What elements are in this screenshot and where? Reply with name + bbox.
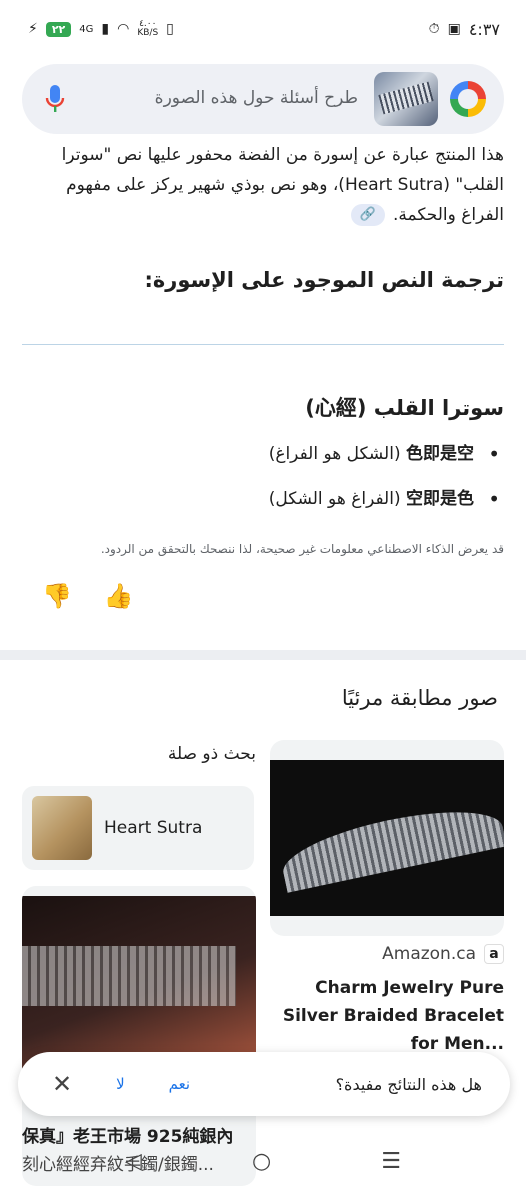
- back-icon[interactable]: ◁: [125, 1149, 142, 1174]
- network-speed: ٤.٠٠ KB/S: [137, 20, 158, 38]
- result-image[interactable]: [270, 760, 504, 916]
- feedback-question: هل هذه النتائج مفيدة؟: [335, 1074, 482, 1094]
- divider: [22, 344, 504, 345]
- bullet-bold: 空即是色: [406, 489, 474, 509]
- feedback-yes-button[interactable]: نعم: [169, 1075, 190, 1093]
- status-time: ٤:٣٧: [468, 19, 500, 39]
- result-title[interactable]: Charm Jewelry Pure Silver Braided Bracel…: [270, 974, 504, 1058]
- screen-icon: ▣: [447, 21, 461, 37]
- ai-disclaimer: قد يعرض الذكاء الاصطناعي معلومات غير صحي…: [100, 542, 504, 556]
- related-search-title: بحث ذو صلة: [167, 744, 256, 764]
- answer-heading: ترجمة النص الموجود على الإسورة:: [144, 268, 504, 292]
- feedback-actions: نعم لا ✕: [52, 1070, 190, 1098]
- vibrate-icon: ▯: [166, 21, 174, 37]
- status-bar: ⚡ ٢٢ 4G ▮ ◠ ٤.٠٠ KB/S ▯ ⏱ ▣ ٤:٣٧: [0, 0, 526, 58]
- bullet-text: (الفراغ هو الشكل): [268, 489, 401, 509]
- answer-text: هذا المنتج عبارة عن إسورة من الفضة محفور…: [22, 140, 504, 230]
- close-icon[interactable]: ✕: [52, 1070, 72, 1098]
- link-icon[interactable]: 🔗: [351, 204, 386, 226]
- thumbs-down-icon[interactable]: 👎: [42, 582, 72, 610]
- bullet-text: (الشكل هو الفراغ): [268, 444, 401, 464]
- amazon-logo-icon: a: [484, 944, 504, 964]
- wifi-icon: ◠: [117, 21, 130, 37]
- result-card-amazon[interactable]: [270, 740, 504, 936]
- network-speed-unit: KB/S: [137, 28, 159, 38]
- search-bar[interactable]: طرح أسئلة حول هذه الصورة: [22, 64, 504, 134]
- bullet-item: 空即是色 (الفراغ هو الشكل): [22, 485, 504, 513]
- charging-icon: ⚡: [28, 21, 38, 37]
- source-name: Amazon.ca: [382, 944, 476, 964]
- answer-bullets: 色即是空 (الشكل هو الفراغ) 空即是色 (الفراغ هو ا…: [22, 440, 504, 530]
- ai-answer: هذا المنتج عبارة عن إسورة من الفضة محفور…: [22, 140, 504, 230]
- battery-level: ٢٢: [45, 21, 72, 37]
- menu-icon[interactable]: ☰: [381, 1149, 401, 1174]
- search-placeholder[interactable]: طرح أسئلة حول هذه الصورة: [155, 88, 358, 108]
- bullet-item: 色即是空 (الشكل هو الفراغ): [22, 440, 504, 468]
- network-type: 4G: [79, 23, 94, 35]
- result-source[interactable]: a Amazon.ca: [382, 944, 504, 964]
- google-logo-icon[interactable]: [450, 81, 486, 117]
- status-left: ⚡ ٢٢ 4G ▮ ◠ ٤.٠٠ KB/S ▯: [28, 20, 174, 38]
- related-search-label: Heart Sutra: [104, 818, 203, 838]
- answer-subheading: سوترا القلب (心經): [305, 396, 504, 420]
- bullet-bold: 色即是空: [406, 444, 474, 464]
- results-feedback-bar: هل هذه النتائج مفيدة؟ نعم لا ✕: [18, 1052, 510, 1116]
- system-nav-bar: ◁ ○ ☰: [0, 1136, 526, 1186]
- query-image-thumbnail[interactable]: [374, 72, 438, 126]
- answer-feedback: 👎 👍: [42, 582, 134, 610]
- thumbs-up-icon[interactable]: 👍: [104, 582, 134, 610]
- related-search-image: [32, 796, 92, 860]
- section-separator: [0, 650, 526, 660]
- related-search-chip[interactable]: Heart Sutra: [22, 786, 254, 870]
- home-icon[interactable]: ○: [252, 1149, 271, 1174]
- alarm-icon: ⏱: [428, 21, 440, 37]
- mic-icon[interactable]: [44, 84, 66, 114]
- feedback-no-button[interactable]: لا: [116, 1075, 125, 1093]
- answer-text-content: هذا المنتج عبارة عن إسورة من الفضة محفور…: [61, 145, 504, 225]
- visual-matches-title: صور مطابقة مرئيًا: [341, 686, 498, 710]
- signal-icon: ▮: [101, 21, 110, 37]
- status-right: ⏱ ▣ ٤:٣٧: [429, 20, 500, 39]
